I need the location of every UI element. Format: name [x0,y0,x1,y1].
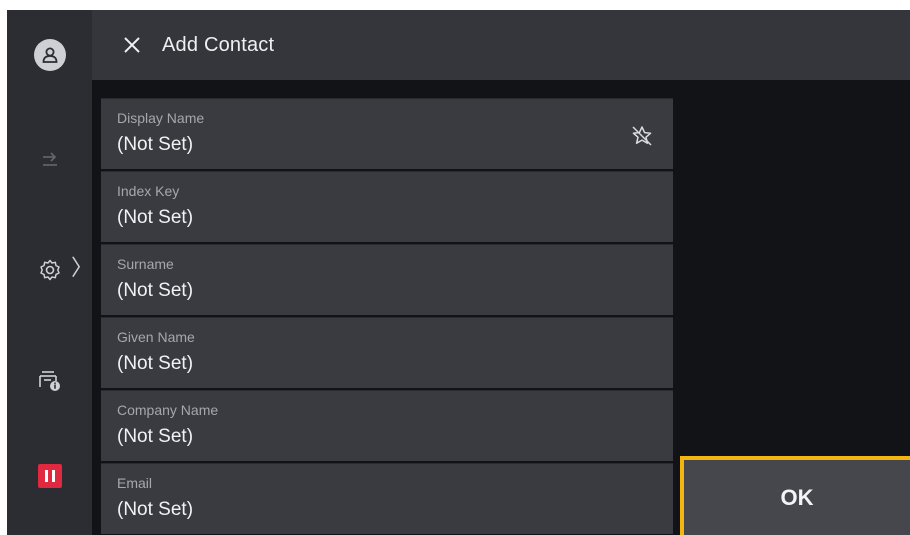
field-value: (Not Set) [117,426,194,447]
chevron-right-icon: 〉 [71,256,94,281]
pin-off-icon [632,126,652,146]
user-button[interactable] [7,32,92,78]
stop-button[interactable] [7,456,92,496]
gear-icon [39,259,60,281]
header-bar: Add Contact [92,10,910,80]
pause-icon [37,464,62,488]
sidebar: 〉 [7,10,94,535]
person-icon [33,39,66,71]
field-value: (Not Set) [117,207,194,228]
field-index-key[interactable]: Index Key (Not Set) [101,171,673,242]
field-value: (Not Set) [117,280,194,301]
field-value: (Not Set) [117,353,194,374]
job-status-button[interactable] [7,358,92,402]
pin-button[interactable] [627,121,657,151]
ok-button-label: OK [780,484,814,510]
field-label: Given Name [117,329,195,345]
field-given-name[interactable]: Given Name (Not Set) [101,317,673,388]
printer-info-icon [38,371,60,391]
close-icon [124,37,140,53]
device-screen: 〉 Add Contact Display Name (Not Set) Ind… [7,10,910,535]
logout-icon [42,152,57,166]
ok-button[interactable]: OK [680,456,910,535]
field-label: Index Key [117,183,180,199]
contact-form-list: Display Name (Not Set) Index Key (Not Se… [101,98,673,535]
close-button[interactable] [110,23,154,67]
field-value: (Not Set) [117,499,194,520]
field-display-name[interactable]: Display Name (Not Set) [101,98,673,169]
field-email[interactable]: Email (Not Set) [101,463,673,534]
page-title: Add Contact [162,33,275,56]
field-label: Company Name [117,402,219,418]
field-surname[interactable]: Surname (Not Set) [101,244,673,315]
field-label: Surname [117,256,174,272]
field-value: (Not Set) [117,134,194,155]
field-company-name[interactable]: Company Name (Not Set) [101,390,673,461]
field-label: Email [117,475,153,491]
field-label: Display Name [117,110,205,126]
logout-button[interactable] [7,138,92,178]
